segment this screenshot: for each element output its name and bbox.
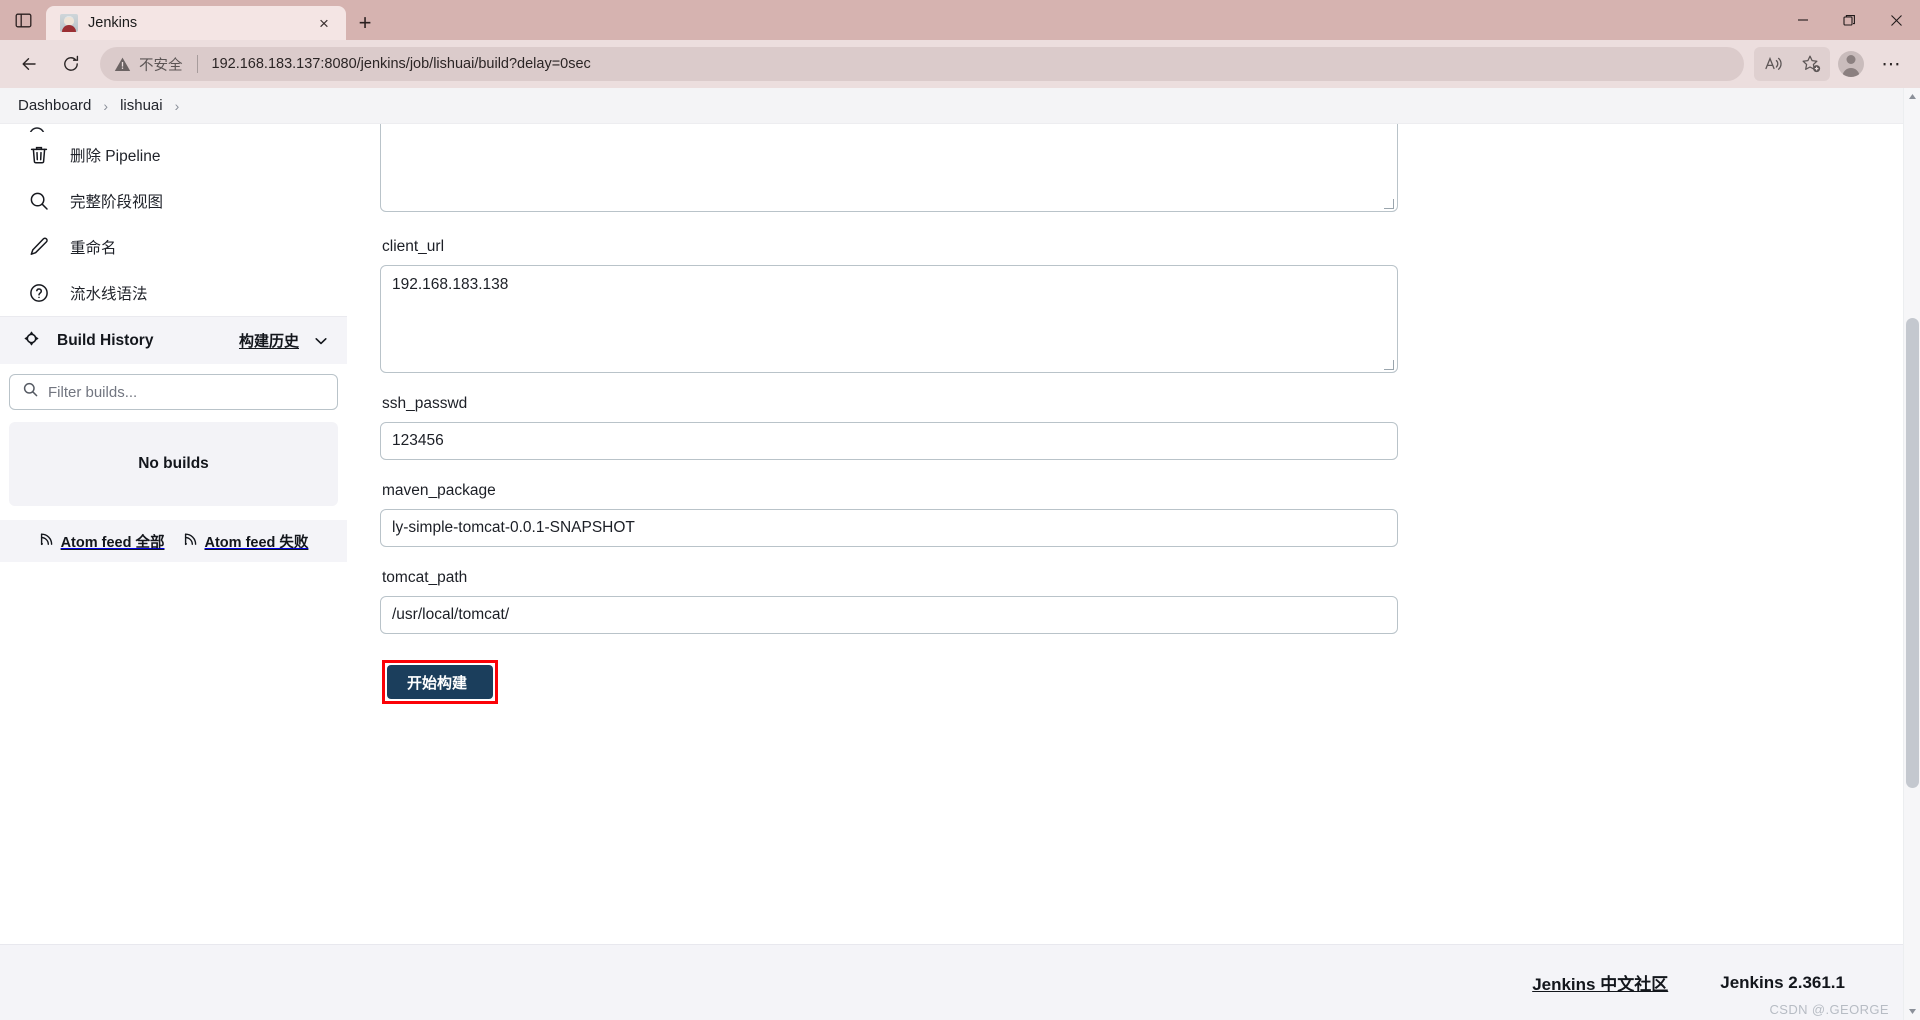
- filter-builds-wrap: Filter builds...: [0, 364, 347, 410]
- start-build-button[interactable]: 开始构建: [387, 665, 494, 699]
- add-favorite-icon[interactable]: [1792, 47, 1830, 81]
- build-history-title: Build History: [57, 331, 154, 349]
- rss-icon: [183, 531, 199, 552]
- settings-and-more-icon[interactable]: ⋯: [1872, 47, 1910, 81]
- search-icon: [22, 381, 39, 403]
- breadcrumb-item-lishuai[interactable]: lishuai: [120, 97, 163, 114]
- field-label-ssh-passwd: ssh_passwd: [382, 395, 468, 412]
- field-client-url: client_url: [380, 238, 1903, 373]
- build-history-header: Build History 构建历史: [0, 316, 347, 364]
- breadcrumb-item-dashboard[interactable]: Dashboard: [18, 97, 91, 114]
- sidebar-item-label: 流水线语法: [70, 286, 148, 303]
- sidebar-item-rename[interactable]: 重命名: [0, 224, 347, 270]
- back-icon[interactable]: [10, 47, 48, 81]
- no-builds-panel: No builds: [9, 422, 338, 506]
- csdn-watermark: CSDN @.GEORGE: [1769, 1002, 1889, 1017]
- chevron-right-icon: ›: [174, 97, 180, 114]
- close-window-icon[interactable]: [1873, 0, 1920, 40]
- question-circle-icon: [26, 282, 52, 304]
- chevron-down-icon[interactable]: [313, 333, 329, 349]
- avatar: [1838, 51, 1864, 77]
- sidebar: 删除 Pipeline 完整阶段视图 重命名 流水线语法 Build Histo…: [0, 124, 347, 944]
- maven-package-input[interactable]: [380, 509, 1398, 547]
- jenkins-favicon: [60, 14, 78, 32]
- ssh-passwd-input[interactable]: [380, 422, 1398, 460]
- new-tab-button[interactable]: +: [346, 6, 384, 40]
- omnibox-divider: [196, 55, 198, 73]
- maximize-icon[interactable]: [1826, 0, 1873, 40]
- scrollbar-thumb[interactable]: [1906, 318, 1919, 788]
- scroll-down-icon[interactable]: [1904, 1003, 1920, 1020]
- tab-actions-icon[interactable]: [0, 0, 46, 40]
- sidebar-item-delete-pipeline[interactable]: 删除 Pipeline: [0, 132, 347, 178]
- sidebar-item-label: 删除 Pipeline: [70, 148, 161, 165]
- sidebar-item-partial[interactable]: [0, 124, 347, 132]
- atom-feed-failed-label: Atom feed 失败: [204, 534, 309, 551]
- field-ssh-passwd: ssh_passwd: [380, 395, 1903, 460]
- build-parameters-form: client_url ssh_passwd maven_package tomc…: [347, 124, 1903, 944]
- browser-titlebar: Jenkins × +: [0, 0, 1920, 40]
- field-label-client-url: client_url: [382, 238, 445, 255]
- address-bar[interactable]: 不安全 192.168.183.137:8080/jenkins/job/lis…: [100, 47, 1744, 81]
- breadcrumb: Dashboard › lishuai ›: [0, 88, 1903, 124]
- reload-icon[interactable]: [52, 47, 90, 81]
- search-icon: [26, 190, 52, 212]
- toolbar-right-group: [1754, 47, 1830, 81]
- atom-feed-row: Atom feed 全部 Atom feed 失败: [0, 520, 347, 562]
- browser-toolbar: 不安全 192.168.183.137:8080/jenkins/job/lis…: [0, 40, 1920, 88]
- minimize-icon[interactable]: [1779, 0, 1826, 40]
- browser-tab[interactable]: Jenkins ×: [46, 6, 346, 40]
- page-scrollbar[interactable]: [1903, 88, 1920, 1020]
- close-icon[interactable]: ×: [312, 11, 336, 35]
- top-textarea-input[interactable]: [380, 124, 1398, 212]
- url-text[interactable]: 192.168.183.137:8080/jenkins/job/lishuai…: [212, 56, 1731, 72]
- no-builds-label: No builds: [138, 455, 209, 472]
- jenkins-version: Jenkins 2.361.1: [1720, 972, 1845, 992]
- jenkins-page: Dashboard › lishuai › 删除 Pipeline 完整阶段视图…: [0, 88, 1903, 1020]
- content-area: 删除 Pipeline 完整阶段视图 重命名 流水线语法 Build Histo…: [0, 124, 1903, 944]
- security-label: 不安全: [139, 57, 183, 74]
- client-url-input[interactable]: [380, 265, 1398, 373]
- pencil-icon: [26, 236, 52, 258]
- build-history-link[interactable]: 构建历史: [239, 330, 299, 351]
- atom-feed-all-label: Atom feed 全部: [60, 534, 165, 551]
- chevron-right-icon: ›: [103, 97, 109, 114]
- page-viewport: Dashboard › lishuai › 删除 Pipeline 完整阶段视图…: [0, 88, 1920, 1020]
- sidebar-item-full-stage-view[interactable]: 完整阶段视图: [0, 178, 347, 224]
- field-top-textarea: [380, 124, 1903, 212]
- sidebar-item-label: 重命名: [70, 240, 117, 257]
- sidebar-nav: 删除 Pipeline 完整阶段视图 重命名 流水线语法: [0, 124, 347, 316]
- jenkins-community-link[interactable]: Jenkins 中文社区: [1532, 970, 1668, 995]
- page-footer: Jenkins 中文社区 Jenkins 2.361.1 CSDN @.GEOR…: [0, 944, 1903, 1020]
- not-secure-warning-icon: [114, 56, 131, 73]
- window-controls: [1779, 0, 1920, 40]
- tomcat-path-input[interactable]: [380, 596, 1398, 634]
- field-label-tomcat-path: tomcat_path: [382, 569, 468, 586]
- trash-icon: [26, 144, 52, 166]
- atom-feed-all-link[interactable]: Atom feed 全部: [39, 531, 165, 552]
- field-tomcat-path: tomcat_path: [380, 569, 1903, 634]
- field-maven-package: maven_package: [380, 482, 1903, 547]
- submit-row: 开始构建: [380, 660, 1903, 704]
- tab-title: Jenkins: [88, 15, 138, 31]
- read-aloud-icon[interactable]: [1754, 47, 1792, 81]
- atom-feed-failed-link[interactable]: Atom feed 失败: [183, 531, 309, 552]
- filter-builds-input[interactable]: Filter builds...: [48, 384, 137, 401]
- top-textarea-clip: [380, 124, 1903, 212]
- build-history-icon: [20, 327, 43, 355]
- toolbar-right-actions: ⋯: [1754, 47, 1910, 81]
- browser-window: Jenkins × + 不安全 192.168.183.137:8080/jen…: [0, 0, 1920, 1020]
- rss-icon: [39, 531, 55, 552]
- field-label-maven-package: maven_package: [382, 482, 496, 499]
- build-button-highlight: 开始构建: [382, 660, 499, 704]
- sidebar-item-pipeline-syntax[interactable]: 流水线语法: [0, 270, 347, 316]
- scroll-up-icon[interactable]: [1904, 88, 1920, 105]
- sidebar-item-label: 完整阶段视图: [70, 194, 164, 211]
- filter-builds-box[interactable]: Filter builds...: [9, 374, 338, 410]
- profile-avatar[interactable]: [1832, 47, 1870, 81]
